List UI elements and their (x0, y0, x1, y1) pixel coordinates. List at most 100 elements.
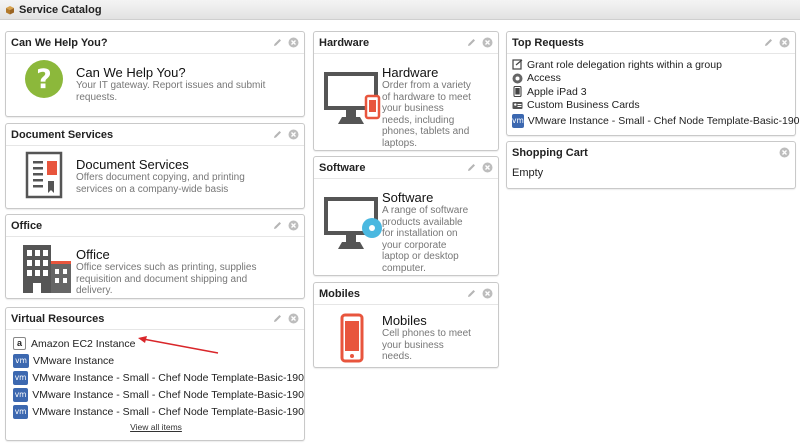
software-desc-line: products available (382, 216, 463, 228)
office-content: Office Office services such as printing,… (76, 247, 301, 297)
edit-pencil-icon[interactable] (272, 37, 283, 48)
software-desc-line: for installation on (382, 228, 458, 239)
close-icon[interactable] (482, 162, 493, 173)
edit-pencil-icon[interactable] (272, 129, 283, 140)
help-title[interactable]: Can We Help You? (76, 65, 301, 80)
close-icon[interactable] (779, 147, 790, 158)
mobile-phone-icon (340, 313, 364, 363)
cart-status: Empty (512, 167, 544, 179)
widget-title: Can We Help You? (11, 37, 108, 49)
edit-pencil-icon[interactable] (272, 313, 283, 324)
list-item[interactable]: vm VMware Instance - Small - Chef Node T… (13, 403, 304, 420)
software-desc-line: computer. (382, 262, 426, 274)
close-icon[interactable] (288, 129, 299, 140)
list-item-label: VMware Instance - Small - Chef Node Temp… (527, 115, 800, 127)
vmware-icon: vm (512, 114, 524, 128)
annotation-arrow-icon (138, 336, 219, 354)
hardware-desc-line: phones, tablets and (382, 126, 470, 137)
monitor-disc-icon (324, 197, 382, 249)
help-desc-line: requests. (76, 91, 118, 103)
list-item[interactable]: vm VMware Instance - Small - Chef Node T… (13, 369, 304, 386)
widget-title: Mobiles (319, 288, 360, 300)
mobiles-desc-line: Cell phones to meet (382, 328, 471, 339)
software-title[interactable]: Software (382, 190, 497, 205)
widget-title: Shopping Cart (512, 147, 588, 159)
widget-header: Software (314, 157, 498, 179)
ipad-icon (513, 86, 522, 98)
list-item-label: VMware Instance - Small - Chef Node Temp… (32, 405, 304, 418)
list-item[interactable]: Apple iPad 3 (512, 85, 795, 99)
edit-pencil-icon[interactable] (466, 288, 477, 299)
widget-title: Software (319, 162, 366, 174)
page-title: Service Catalog (19, 3, 102, 16)
list-item-label: Apple iPad 3 (527, 85, 587, 98)
mobiles-title[interactable]: Mobiles (382, 313, 497, 328)
docs-desc-line: Offers document copying, and printing (76, 172, 245, 183)
list-item-label: Custom Business Cards (527, 99, 640, 112)
office-building-icon (23, 245, 71, 293)
top-requests-list: Grant role delegation rights within a gr… (507, 54, 800, 130)
list-item[interactable]: Custom Business Cards (512, 99, 795, 113)
monitor-phone-icon (324, 72, 381, 124)
help-widget: Can We Help You? ? Can We Help You? Your… (5, 31, 305, 117)
edit-pencil-icon[interactable] (466, 162, 477, 173)
widget-title: Hardware (319, 37, 370, 49)
close-icon[interactable] (288, 313, 299, 324)
document-services-widget: Document Services Document Services Offe… (5, 123, 305, 209)
hardware-desc-line: your business (382, 103, 444, 114)
office-desc-line: requisition and document shipping and (76, 273, 248, 285)
close-icon[interactable] (288, 220, 299, 231)
help-desc-line: Your IT gateway. Report issues and submi… (76, 80, 266, 91)
widget-header: Mobiles (314, 283, 498, 305)
list-item[interactable]: vm VMware Instance - Small - Chef Node T… (13, 386, 304, 403)
hardware-title[interactable]: Hardware (382, 65, 497, 80)
software-desc-line: A range of software (382, 205, 469, 216)
software-desc-line: your corporate (382, 239, 447, 251)
mobiles-desc-line: needs. (382, 351, 413, 362)
shopping-cart-widget: Shopping Cart Empty (506, 141, 796, 189)
widget-header: Document Services (6, 124, 304, 146)
widget-header: Top Requests (507, 32, 795, 54)
edit-pencil-icon[interactable] (763, 37, 774, 48)
close-icon[interactable] (482, 288, 493, 299)
vmware-icon: vm (13, 387, 29, 402)
close-icon[interactable] (482, 37, 493, 48)
widget-title: Document Services (11, 129, 114, 141)
close-icon[interactable] (779, 37, 790, 48)
office-title[interactable]: Office (76, 247, 301, 262)
office-desc-line: delivery. (76, 285, 113, 296)
docs-desc-line: services on a company-wide basis (76, 183, 229, 195)
hardware-desc-line: laptops. (382, 137, 418, 149)
hardware-desc-line: Order from a variety (382, 80, 471, 91)
docs-title[interactable]: Document Services (76, 157, 301, 172)
mobiles-widget: Mobiles Mobiles Cell phones to meet your… (313, 282, 499, 368)
software-content: Software A range of software products av… (382, 190, 497, 274)
close-icon[interactable] (288, 37, 299, 48)
list-item[interactable]: Access (512, 72, 795, 86)
edit-pencil-icon[interactable] (272, 220, 283, 231)
question-mark-icon: ? (25, 60, 63, 98)
mobiles-content: Mobiles Cell phones to meet your busines… (382, 313, 497, 363)
widget-header: Shopping Cart (507, 142, 795, 164)
list-item-label: VMware Instance - Small - Chef Node Temp… (32, 371, 304, 384)
widget-title: Virtual Resources (11, 313, 105, 325)
software-widget: Software Software A range of software pr… (313, 156, 499, 276)
certificate-icon (25, 151, 63, 199)
vmware-icon: vm (13, 404, 29, 419)
mobiles-desc-line: your business (382, 339, 444, 351)
widget-header: Can We Help You? (6, 32, 304, 54)
widget-header: Virtual Resources (6, 308, 304, 330)
list-item-label: Grant role delegation rights within a gr… (527, 58, 722, 71)
list-item[interactable]: Grant role delegation rights within a gr… (512, 58, 795, 72)
hardware-desc-line: needs, including (382, 114, 455, 126)
list-item[interactable]: vm VMware Instance - Small - Chef Node T… (512, 112, 800, 130)
hardware-desc-line: of hardware to meet (382, 91, 471, 103)
access-icon (512, 73, 523, 84)
edit-pencil-icon[interactable] (466, 37, 477, 48)
delegation-icon (512, 59, 523, 70)
widget-header: Hardware (314, 32, 498, 54)
help-content: Can We Help You? Your IT gateway. Report… (76, 65, 301, 103)
amazon-icon: a (13, 337, 26, 350)
box-icon (6, 5, 14, 14)
view-all-items-link[interactable]: View all items (130, 422, 182, 432)
